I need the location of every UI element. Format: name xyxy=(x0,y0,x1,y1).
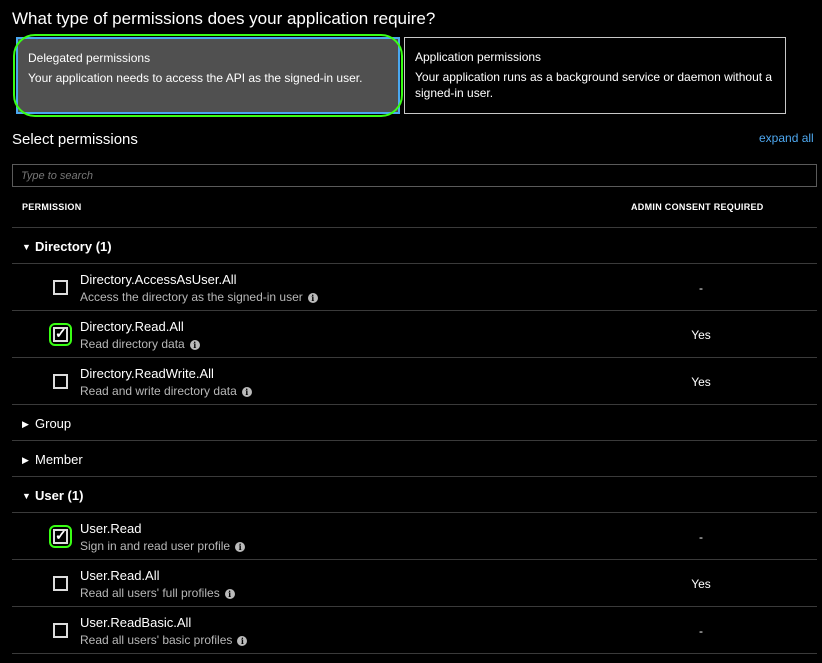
caret-down-icon: ▼ xyxy=(22,242,31,252)
column-header-admin-consent: ADMIN CONSENT REQUIRED xyxy=(631,202,764,212)
permission-name: Directory.ReadWrite.All xyxy=(80,366,214,381)
card-title: Application permissions xyxy=(415,50,542,64)
delegated-permissions-card[interactable]: Delegated permissions Your application n… xyxy=(13,34,403,117)
info-icon[interactable]: i xyxy=(307,292,318,303)
admin-consent-value: Yes xyxy=(691,328,711,342)
search-input[interactable] xyxy=(12,164,817,187)
info-icon[interactable]: i xyxy=(224,588,235,599)
select-permissions-title: Select permissions xyxy=(12,131,138,148)
permission-checkbox[interactable] xyxy=(53,325,68,342)
permission-row-directory-readwrite-all: Directory.ReadWrite.All Read and write d… xyxy=(12,358,817,405)
permission-checkbox[interactable] xyxy=(53,280,68,295)
permission-name: User.ReadBasic.All xyxy=(80,615,192,630)
permission-description-line: Read and write directory data i xyxy=(80,384,252,398)
info-icon[interactable]: i xyxy=(241,386,252,397)
permission-name: User.Read xyxy=(80,521,142,536)
permission-checkbox[interactable] xyxy=(53,576,68,591)
column-header-permission: PERMISSION xyxy=(22,202,82,212)
permission-description-line: Access the directory as the signed-in us… xyxy=(80,290,318,304)
permission-name: User.Read.All xyxy=(80,568,160,583)
admin-consent-value: Yes xyxy=(691,375,711,389)
permission-description: Access the directory as the signed-in us… xyxy=(80,290,303,304)
card-description: Your application runs as a background se… xyxy=(415,70,773,100)
admin-consent-value: - xyxy=(699,624,703,638)
permission-description: Read all users' basic profiles xyxy=(80,633,233,647)
permission-description: Sign in and read user profile xyxy=(80,539,231,553)
permission-row-user-readbasic-all: User.ReadBasic.All Read all users' basic… xyxy=(12,607,817,654)
group-row-member[interactable]: ▶ Member xyxy=(12,441,817,477)
card-description: Your application needs to access the API… xyxy=(28,71,363,85)
permission-name: Directory.AccessAsUser.All xyxy=(80,272,237,287)
page-question: What type of permissions does your appli… xyxy=(12,9,436,28)
info-icon[interactable]: i xyxy=(189,339,200,350)
permission-description-line: Sign in and read user profile i xyxy=(80,539,246,553)
permission-row-user-read-all: User.Read.All Read all users' full profi… xyxy=(12,560,817,607)
info-icon[interactable]: i xyxy=(235,541,246,552)
permission-row-directory-read-all: Directory.Read.All Read directory datai … xyxy=(12,311,817,358)
group-row-directory[interactable]: ▼ Directory (1) xyxy=(12,228,817,264)
expand-all-link[interactable]: expand all xyxy=(759,131,814,145)
permission-checkbox[interactable] xyxy=(53,623,68,638)
application-permissions-card[interactable]: Application permissions Your application… xyxy=(404,37,786,114)
permission-checkbox[interactable] xyxy=(53,527,68,544)
permission-row-directory-accessasuser-all: Directory.AccessAsUser.All Access the di… xyxy=(12,264,817,311)
permission-description: Read directory data xyxy=(80,337,185,351)
permission-name: Directory.Read.All xyxy=(80,319,184,334)
caret-right-icon: ▶ xyxy=(22,419,29,429)
permission-description: Read and write directory data xyxy=(80,384,237,398)
group-label: Group xyxy=(35,416,72,431)
admin-consent-value: - xyxy=(699,281,703,295)
info-icon[interactable]: i xyxy=(237,635,248,646)
admin-consent-value: - xyxy=(699,530,703,544)
permission-description-line: Read all users' full profiles i xyxy=(80,586,235,600)
admin-consent-value: Yes xyxy=(691,577,711,591)
permission-checkbox[interactable] xyxy=(53,374,68,389)
permission-description-line: Read directory data i xyxy=(80,337,200,351)
group-label: User (1) xyxy=(35,488,84,503)
card-title: Delegated permissions xyxy=(28,51,151,65)
divider xyxy=(12,653,817,654)
permission-description-line: Read all users' basic profiles i xyxy=(80,633,248,647)
permission-row-user-read: User.Read Sign in and read user profile i… xyxy=(12,513,817,560)
group-label: Directory (1) xyxy=(35,239,112,254)
group-row-user[interactable]: ▼ User (1) xyxy=(12,477,817,513)
caret-right-icon: ▶ xyxy=(22,455,29,465)
permission-description: Read all users' full profiles xyxy=(80,586,220,600)
caret-down-icon: ▼ xyxy=(22,491,31,501)
group-label: Member xyxy=(35,452,83,467)
group-row-group[interactable]: ▶ Group xyxy=(12,405,817,441)
